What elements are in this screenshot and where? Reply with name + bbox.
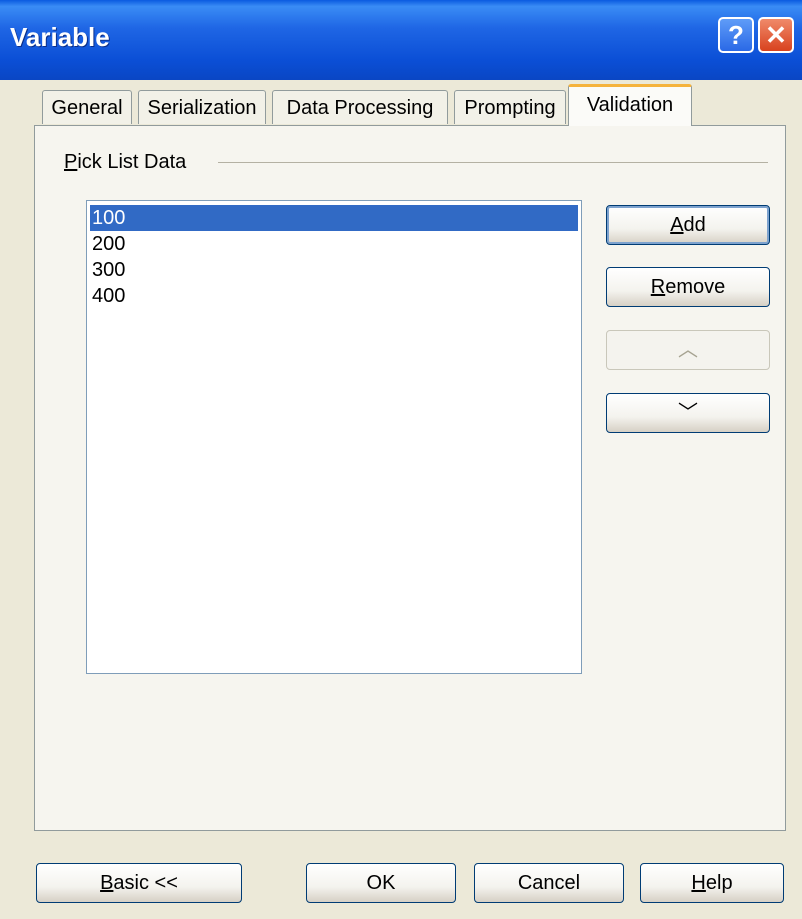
close-icon[interactable]: ✕	[758, 17, 794, 53]
move-down-button[interactable]: ﹀	[606, 393, 770, 433]
title-bar[interactable]: Variable ? ✕	[0, 0, 802, 80]
group-divider	[218, 162, 768, 163]
tab-validation[interactable]: Validation	[568, 84, 692, 126]
chevron-up-icon: ︿	[678, 339, 698, 361]
list-item[interactable]: 100	[90, 205, 578, 231]
ok-button[interactable]: OK	[306, 863, 456, 903]
remove-button[interactable]: Remove	[606, 267, 770, 307]
list-item[interactable]: 300	[87, 257, 581, 283]
help-icon[interactable]: ?	[718, 17, 754, 53]
window-title: Variable	[10, 22, 110, 52]
basic-button[interactable]: Basic <<	[36, 863, 242, 903]
tab-prompting[interactable]: Prompting	[454, 90, 566, 124]
cancel-button[interactable]: Cancel	[474, 863, 624, 903]
pick-list-box[interactable]: 100 200 300 400	[86, 200, 582, 674]
chevron-down-icon: ﹀	[678, 402, 698, 424]
move-up-button: ︿	[606, 330, 770, 370]
tab-serialization[interactable]: Serialization	[138, 90, 266, 124]
tab-data-processing[interactable]: Data Processing	[272, 90, 448, 124]
list-item[interactable]: 200	[87, 231, 581, 257]
add-button[interactable]: Add	[606, 205, 770, 245]
help-button[interactable]: Help	[640, 863, 784, 903]
list-item[interactable]: 400	[87, 283, 581, 309]
pick-list-group-label: Pick List Data	[64, 151, 187, 173]
tab-general[interactable]: General	[42, 90, 132, 124]
dialog-window: Variable ? ✕ General Serialization Data …	[0, 0, 802, 919]
